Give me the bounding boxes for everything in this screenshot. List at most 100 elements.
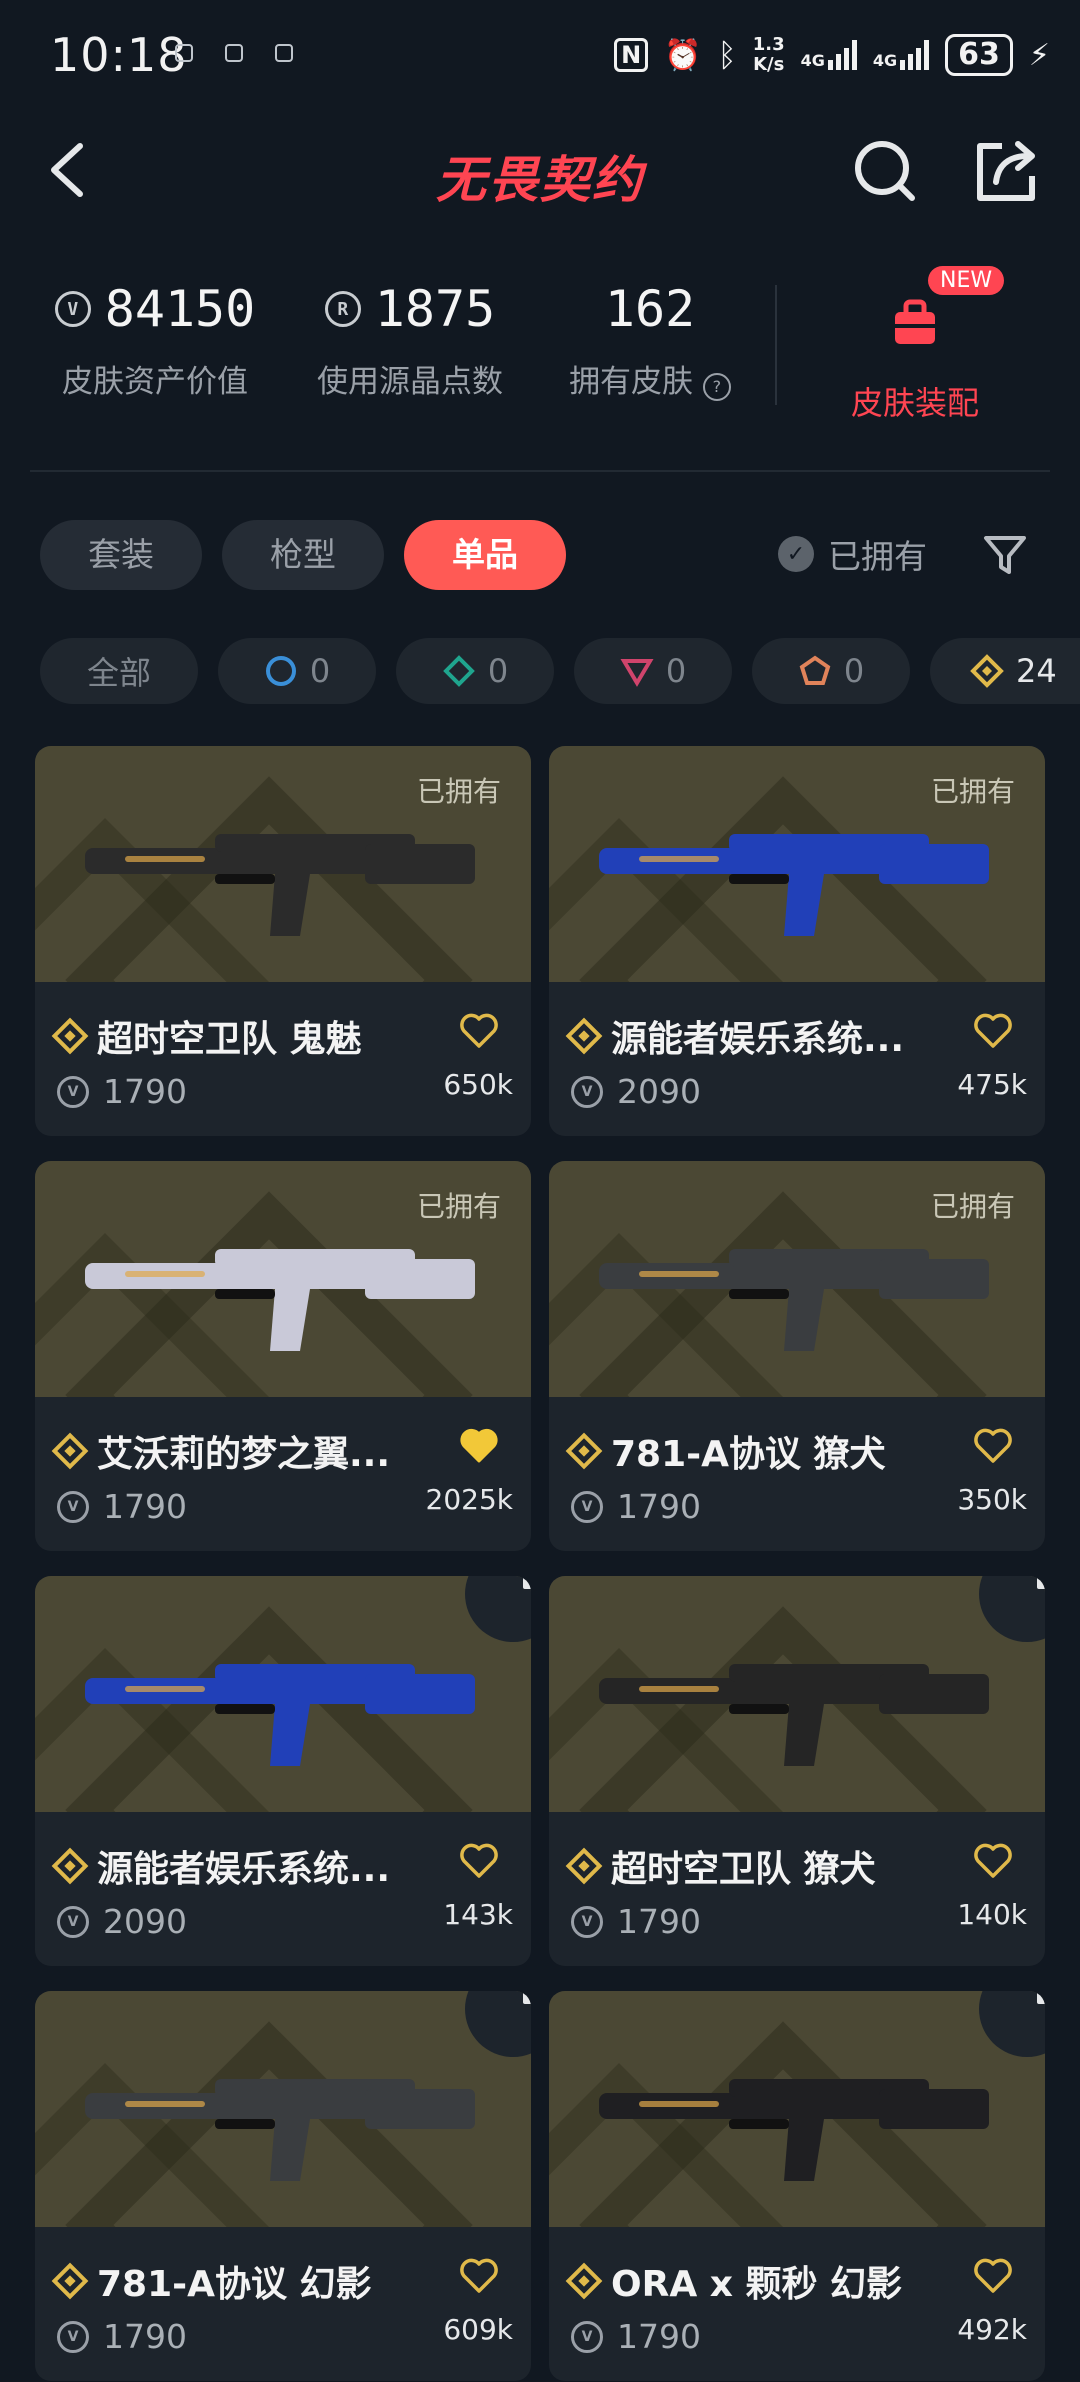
skin-card[interactable]: 已拥有 源能者娱乐系统... V 2090 475k xyxy=(549,746,1045,1136)
valorant-points-icon: V xyxy=(571,2320,603,2353)
skin-price-row: V 1790 xyxy=(571,1487,701,1526)
premium-tier-icon xyxy=(620,659,654,687)
skin-price: 1790 xyxy=(617,2317,701,2356)
skin-card[interactable]: 已拥有 超时空卫队 鬼魅 V 1790 650k xyxy=(35,746,531,1136)
skin-card[interactable]: 源能者娱乐系统... V 2090 143k xyxy=(35,1576,531,1966)
tier-chip-exclusive[interactable]: 24 xyxy=(930,638,1080,704)
signal-bars-icon xyxy=(900,40,930,70)
tier-chip-premium[interactable]: 0 xyxy=(574,638,732,704)
tier-chip-all[interactable]: 全部 xyxy=(40,638,198,704)
like-count: 143k xyxy=(443,1898,513,1931)
skin-card[interactable]: 已拥有 781-A协议 獠犬 V 1790 350k xyxy=(549,1161,1045,1551)
exclusive-tier-icon xyxy=(51,2262,89,2300)
valorant-points-icon: V xyxy=(57,1075,89,1108)
radianite-stat: R 1875 使用源晶点数 xyxy=(290,280,530,401)
skin-name: 781-A协议 獠犬 xyxy=(611,1434,886,1475)
exclusive-tier-icon xyxy=(565,1432,603,1470)
tab-single-item[interactable]: 单品 xyxy=(404,520,566,590)
skin-image xyxy=(35,1576,531,1812)
like-count: 350k xyxy=(957,1483,1027,1516)
skin-price: 1790 xyxy=(103,1487,187,1526)
search-icon[interactable] xyxy=(850,136,920,206)
like-count: 2025k xyxy=(425,1483,513,1516)
skin-card[interactable]: 781-A协议 幻影 V 1790 609k xyxy=(35,1991,531,2381)
skin-name-row: 源能者娱乐系统... xyxy=(565,1010,904,1062)
skin-price-row: V 1790 xyxy=(57,1487,187,1526)
skin-image: 已拥有 xyxy=(35,1161,531,1397)
favorite-heart-icon[interactable] xyxy=(973,1010,1013,1050)
favorite-heart-icon[interactable] xyxy=(459,1425,499,1465)
lock-icon xyxy=(523,1576,531,1589)
owned-label: 拥有皮肤 xyxy=(569,364,694,400)
signal-bars-icon xyxy=(827,40,857,70)
tab-weapon-type[interactable]: 枪型 xyxy=(222,520,384,590)
skin-price-row: V 1790 xyxy=(571,2317,701,2356)
tier-chip-deluxe[interactable]: 0 xyxy=(396,638,554,704)
favorite-heart-icon[interactable] xyxy=(459,2255,499,2295)
owned-skins-stat[interactable]: 162 拥有皮肤 ? xyxy=(555,280,745,401)
signal-1: 4G xyxy=(801,40,857,70)
weapon-image xyxy=(599,2079,989,2181)
nfc-icon: N xyxy=(614,38,649,72)
clock: 10:18 xyxy=(50,28,188,82)
favorite-heart-icon[interactable] xyxy=(459,1840,499,1880)
favorite-heart-icon[interactable] xyxy=(973,2255,1013,2295)
valorant-points-icon: V xyxy=(57,1905,89,1938)
favorite-heart-icon[interactable] xyxy=(973,1840,1013,1880)
weapon-image xyxy=(85,2079,475,2181)
valorant-points-icon: V xyxy=(571,1490,603,1523)
skin-card[interactable]: 超时空卫队 獠犬 V 1790 140k xyxy=(549,1576,1045,1966)
skin-price: 2090 xyxy=(617,1072,701,1111)
radianite-points-icon: R xyxy=(324,291,361,327)
exclusive-tier-icon xyxy=(51,1432,89,1470)
skin-price-row: V 2090 xyxy=(57,1902,187,1941)
skin-name: ORA x 颗秒 幻影 xyxy=(611,2264,903,2305)
stats-divider xyxy=(775,285,777,405)
owned-toggle-label: 已拥有 xyxy=(828,537,927,576)
asset-value-label: 皮肤资产价值 xyxy=(62,364,248,400)
skin-image xyxy=(549,1991,1045,2227)
skin-equip-button[interactable]: NEW 皮肤装配 xyxy=(800,260,1030,424)
ultra-tier-icon xyxy=(799,655,831,685)
skin-name-row: ORA x 颗秒 幻影 xyxy=(565,2255,903,2307)
owned-count: 162 xyxy=(604,280,696,338)
weapon-image xyxy=(85,1664,475,1766)
check-icon: ✓ xyxy=(778,536,814,572)
skin-name-row: 781-A协议 獠犬 xyxy=(565,1425,886,1477)
tab-bundles[interactable]: 套装 xyxy=(40,520,202,590)
skin-card[interactable]: 已拥有艾沃莉的梦之翼... V 1790 2025k xyxy=(35,1161,531,1551)
skin-card[interactable]: ORA x 颗秒 幻影 V 1790 492k xyxy=(549,1991,1045,2381)
help-icon[interactable]: ? xyxy=(702,373,731,401)
favorite-heart-icon[interactable] xyxy=(459,1010,499,1050)
section-divider xyxy=(30,470,1050,472)
new-badge: NEW xyxy=(928,266,1005,295)
valorant-points-icon: V xyxy=(57,2320,89,2353)
share-icon[interactable] xyxy=(972,136,1042,206)
skin-image: 已拥有 xyxy=(35,746,531,982)
skin-name: 781-A协议 幻影 xyxy=(97,2264,372,2305)
filter-icon[interactable] xyxy=(980,530,1030,580)
bluetooth-icon: ᛒ xyxy=(717,36,737,74)
owned-toggle[interactable]: ✓ 已拥有 xyxy=(778,530,927,578)
exclusive-tier-icon xyxy=(970,654,1004,688)
tier-chip-select[interactable]: 0 xyxy=(218,638,376,704)
weapon-image xyxy=(85,1249,475,1351)
skin-image: 已拥有 xyxy=(549,1161,1045,1397)
valorant-points-icon: V xyxy=(571,1905,603,1938)
skin-name: 艾沃莉的梦之翼... xyxy=(97,1434,391,1475)
skin-image xyxy=(549,1576,1045,1812)
skin-price-row: V 1790 xyxy=(57,2317,187,2356)
skin-name-row: 源能者娱乐系统... xyxy=(51,1840,390,1892)
signal-2: 4G xyxy=(873,40,930,70)
skin-name: 超时空卫队 鬼魅 xyxy=(97,1019,362,1060)
favorite-heart-icon[interactable] xyxy=(973,1425,1013,1465)
exclusive-tier-icon xyxy=(51,1017,89,1055)
valorant-points-icon: V xyxy=(571,1075,603,1108)
weapon-image xyxy=(85,834,475,936)
battery-indicator: 63 xyxy=(945,34,1013,76)
exclusive-tier-icon xyxy=(565,2262,603,2300)
skin-price: 1790 xyxy=(617,1487,701,1526)
alarm-icon: ⏰ xyxy=(664,37,702,73)
skin-price: 1790 xyxy=(617,1902,701,1941)
tier-chip-ultra[interactable]: 0 xyxy=(752,638,910,704)
